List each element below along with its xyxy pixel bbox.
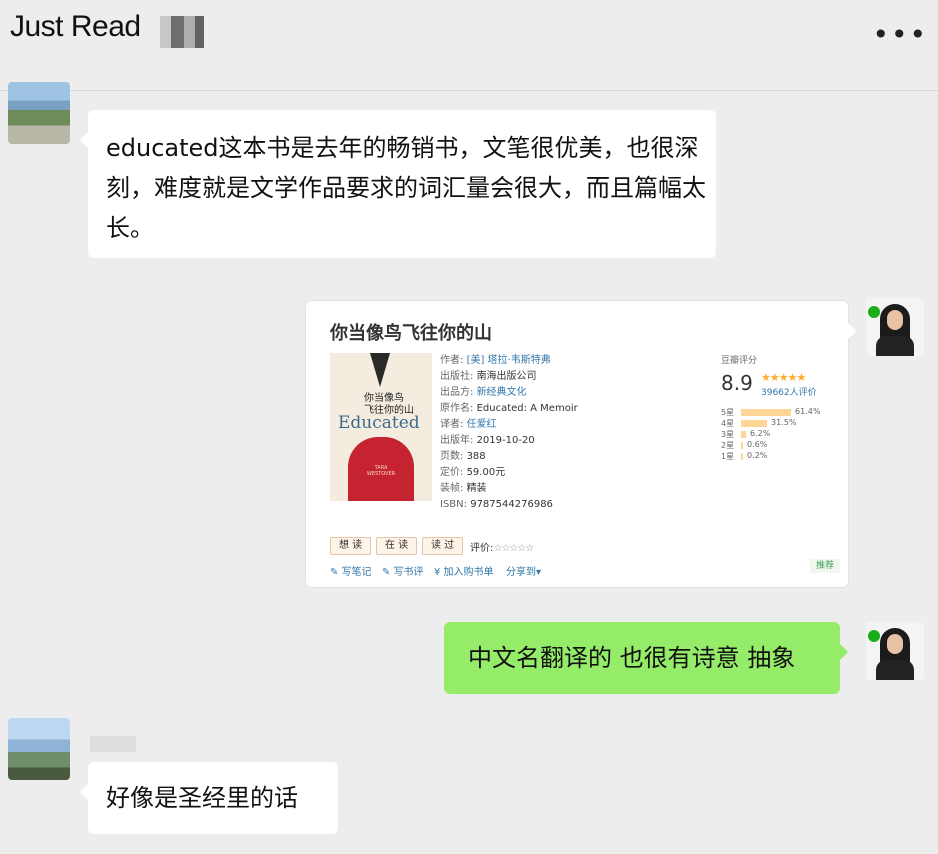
message-text: 好像是圣经里的话 bbox=[106, 784, 298, 812]
message-text: educated这本书是去年的畅销书，文笔很优美，也很深刻，难度就是文学作品要求… bbox=[106, 134, 706, 242]
write-note-link[interactable]: ✎ 写笔记 bbox=[330, 563, 372, 578]
producer-link[interactable]: 新经典文化 bbox=[477, 387, 527, 398]
book-title: 你当像鸟飞往你的山 bbox=[330, 323, 492, 344]
rating-row: 2星 0.6% bbox=[721, 440, 768, 450]
sender-avatar[interactable] bbox=[8, 82, 70, 144]
translator-link[interactable]: 任爱红 bbox=[467, 419, 497, 430]
meta-row: 装帧: 精装 bbox=[440, 483, 487, 494]
book-meta: 作者: [美] 塔拉·韦斯特弗 出版社: 南海出版公司 出品方: 新经典文化 原… bbox=[440, 353, 578, 513]
reading-button[interactable]: 在 读 bbox=[376, 537, 418, 555]
rating-distribution: 5星 61.4% 4星 31.5% 3星 6.2% 2星 0.6% 1星 0.2% bbox=[721, 407, 841, 462]
rating-bar bbox=[741, 453, 743, 460]
message-text: 中文名翻译的 也很有诗意 抽象 bbox=[468, 644, 796, 672]
rating-score: 8.9 bbox=[721, 371, 753, 395]
avatar-badge-icon bbox=[868, 630, 880, 642]
meta-row: 出版社: 南海出版公司 bbox=[440, 371, 537, 382]
recommend-badge[interactable]: 推荐 bbox=[809, 559, 840, 573]
author-link[interactable]: [美] 塔拉·韦斯特弗 bbox=[467, 355, 551, 366]
chat-title: Just Read bbox=[10, 10, 141, 43]
have-read-button[interactable]: 读 过 bbox=[422, 537, 464, 555]
message-bubble[interactable]: educated这本书是去年的畅销书，文笔很优美，也很深刻，难度就是文学作品要求… bbox=[80, 110, 716, 258]
rating-bar bbox=[741, 420, 767, 427]
want-to-read-button[interactable]: 想 读 bbox=[330, 537, 372, 555]
title-blurred-text bbox=[160, 16, 204, 48]
shared-book-card[interactable]: 你当像鸟飞往你的山 你当像鸟 飞往你的山 Educated TARA WESTOV… bbox=[305, 300, 856, 588]
meta-row: 页数: 388 bbox=[440, 451, 486, 462]
message-bubble[interactable]: 中文名翻译的 也很有诗意 抽象 bbox=[444, 622, 848, 694]
header-divider bbox=[0, 90, 938, 91]
meta-row: 原作名: Educated: A Memoir bbox=[440, 403, 578, 414]
empty-stars-icon: ☆☆☆☆☆ bbox=[493, 543, 534, 554]
rating-row: 5星 61.4% bbox=[721, 407, 821, 417]
rating-row: 1星 0.2% bbox=[721, 451, 768, 461]
meta-row: ISBN: 9787544276986 bbox=[440, 499, 553, 510]
user-rating[interactable]: 评价:☆☆☆☆☆ bbox=[470, 539, 534, 554]
pencil-tip-image bbox=[370, 353, 390, 387]
rating-row: 4星 31.5% bbox=[721, 418, 797, 428]
share-link[interactable]: 分享到▾ bbox=[506, 563, 541, 578]
rating-stars-icon: ★★★★★ bbox=[761, 371, 806, 384]
sender-avatar[interactable] bbox=[8, 718, 70, 780]
meta-row: 定价: 59.00元 bbox=[440, 467, 506, 478]
rating-bar bbox=[741, 409, 791, 416]
my-avatar[interactable] bbox=[866, 622, 924, 680]
rating-bar bbox=[741, 431, 746, 438]
chat-header: Just Read ••• bbox=[0, 0, 938, 90]
rating-count-link[interactable]: 39662人评价 bbox=[761, 385, 817, 398]
meta-row: 译者: 任爱红 bbox=[440, 419, 497, 430]
cover-author: TARA WESTOVER bbox=[366, 465, 396, 477]
my-avatar[interactable] bbox=[866, 298, 924, 356]
sender-name-blurred bbox=[90, 736, 136, 752]
meta-row: 作者: [美] 塔拉·韦斯特弗 bbox=[440, 355, 551, 366]
avatar-badge-icon bbox=[868, 306, 880, 318]
write-review-link[interactable]: ✎ 写书评 bbox=[382, 563, 424, 578]
more-options-icon[interactable]: ••• bbox=[872, 18, 928, 51]
rating-header: 豆瓣评分 bbox=[721, 356, 758, 366]
add-to-cart-link[interactable]: ¥ 加入购书单 bbox=[434, 563, 494, 578]
cover-en-title: Educated bbox=[338, 413, 420, 433]
message-bubble[interactable]: 好像是圣经里的话 bbox=[80, 762, 338, 834]
meta-row: 出品方: 新经典文化 bbox=[440, 387, 527, 398]
meta-row: 出版年: 2019-10-20 bbox=[440, 435, 535, 446]
rating-row: 3星 6.2% bbox=[721, 429, 771, 439]
book-cover[interactable]: 你当像鸟 飞往你的山 Educated TARA WESTOVER bbox=[330, 353, 432, 501]
douban-rating: 豆瓣评分 8.9 ★★★★★ 39662人评价 5星 61.4% 4星 31.5% … bbox=[721, 353, 831, 461]
rating-bar bbox=[741, 442, 743, 449]
